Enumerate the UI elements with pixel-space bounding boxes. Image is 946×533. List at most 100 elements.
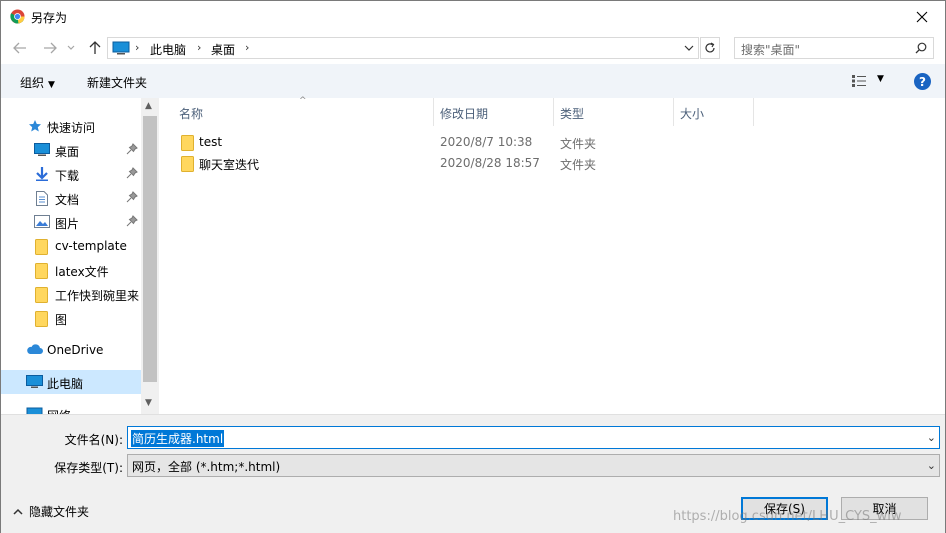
file-list: 名称 ^ 修改日期 类型 大小 test 2020/8/7 10:38 文件夹 … xyxy=(159,96,945,414)
navigation-pane: 快速访问 桌面 下载 文档 图片 cv-template latex文件 工作快… xyxy=(1,98,159,414)
chevron-up-icon xyxy=(13,508,23,515)
search-placeholder: 搜索"桌面" xyxy=(741,43,801,57)
back-button[interactable] xyxy=(10,38,30,58)
save-form: 文件名(N): 简历生成器.html ⌄ 保存类型(T): 网页，全部 (*.h… xyxy=(1,414,945,533)
nav-item-label: latex文件 xyxy=(55,265,109,279)
pictures-icon xyxy=(34,215,50,228)
nav-item-label: 图 xyxy=(55,313,68,327)
view-options-icon[interactable] xyxy=(851,74,867,88)
nav-quick-access[interactable]: 快速访问 xyxy=(1,114,141,138)
hide-folders-toggle[interactable]: 隐藏文件夹 xyxy=(13,503,89,520)
breadcrumb-this-pc[interactable]: 此电脑 xyxy=(150,41,186,58)
close-icon xyxy=(916,11,928,22)
column-header-type[interactable]: 类型 xyxy=(560,98,672,126)
pin-icon[interactable] xyxy=(126,143,138,155)
file-row[interactable]: 聊天室迭代 2020/8/28 18:57 文件夹 xyxy=(177,153,937,174)
nav-item-work[interactable]: 工作快到碗里来 xyxy=(1,282,141,306)
pin-icon[interactable] xyxy=(126,191,138,203)
column-size-label: 大小 xyxy=(680,107,705,121)
breadcrumb-desktop[interactable]: 桌面 xyxy=(211,41,235,58)
column-type-label: 类型 xyxy=(560,107,585,121)
column-header-name[interactable]: 名称 ^ xyxy=(179,96,434,126)
file-row[interactable]: test 2020/8/7 10:38 文件夹 xyxy=(177,132,937,153)
nav-item-downloads[interactable]: 下载 xyxy=(1,162,141,186)
recent-locations-button[interactable] xyxy=(64,38,78,58)
command-bar: 组织 ▼ 新建文件夹 ▼ ? xyxy=(1,64,945,98)
nav-item-label: 文档 xyxy=(55,193,80,207)
nav-item-documents[interactable]: 文档 xyxy=(1,186,141,210)
forward-button[interactable] xyxy=(40,38,60,58)
save-type-label: 保存类型(T): xyxy=(54,461,123,475)
column-divider[interactable] xyxy=(753,98,754,126)
download-icon xyxy=(36,167,48,181)
network-icon xyxy=(26,407,43,414)
breadcrumb-separator: › xyxy=(197,41,202,54)
organize-label: 组织 xyxy=(20,76,45,90)
pin-icon[interactable] xyxy=(126,215,138,227)
star-icon xyxy=(29,120,41,132)
scroll-down-icon[interactable]: ▼ xyxy=(145,398,152,408)
document-icon xyxy=(36,191,48,206)
organize-button[interactable]: 组织 ▼ xyxy=(20,74,55,91)
watermark-text: https://blog.csdn.net/LHU_CYS_wlw xyxy=(673,509,902,524)
column-divider[interactable] xyxy=(673,98,674,126)
column-divider[interactable] xyxy=(433,98,434,126)
help-button[interactable]: ? xyxy=(914,73,931,90)
nav-item-label: 下载 xyxy=(55,169,80,183)
new-folder-label: 新建文件夹 xyxy=(87,76,148,90)
file-name: 聊天室迭代 xyxy=(199,158,260,172)
chevron-down-icon[interactable]: ⌄ xyxy=(927,431,936,444)
arrow-right-icon xyxy=(44,42,57,54)
folder-icon xyxy=(35,311,48,327)
nav-item-label: cv-template xyxy=(55,239,127,253)
nav-item-pictures[interactable]: 图片 xyxy=(1,210,141,234)
file-date: 2020/8/28 18:57 xyxy=(440,156,540,170)
save-type-select[interactable]: 网页，全部 (*.htm;*.html) ⌄ xyxy=(127,454,940,477)
filename-label: 文件名(N): xyxy=(64,433,123,447)
nav-item-pictures-folder[interactable]: 图 xyxy=(1,306,141,330)
file-type: 文件夹 xyxy=(560,137,597,151)
column-header-size[interactable]: 大小 xyxy=(680,98,750,126)
nav-quick-access-label: 快速访问 xyxy=(47,121,96,135)
nav-item-latex[interactable]: latex文件 xyxy=(1,258,141,282)
nav-network[interactable]: 网络 xyxy=(1,402,141,414)
new-folder-button[interactable]: 新建文件夹 xyxy=(87,74,147,91)
column-date-label: 修改日期 xyxy=(440,107,489,121)
filename-field[interactable]: 简历生成器.html ⌄ xyxy=(127,426,940,449)
filename-value: 简历生成器.html xyxy=(131,430,225,447)
column-divider[interactable] xyxy=(553,98,554,126)
chrome-icon xyxy=(10,9,25,24)
this-pc-icon xyxy=(112,41,130,55)
arrow-left-icon xyxy=(13,42,26,54)
help-icon: ? xyxy=(919,74,926,89)
up-button[interactable] xyxy=(85,38,105,58)
column-header-date[interactable]: 修改日期 xyxy=(440,98,552,126)
search-icon xyxy=(915,42,927,54)
nav-scrollbar[interactable]: ▲ ▼ xyxy=(141,98,159,414)
this-pc-icon xyxy=(26,375,43,388)
nav-item-label: 桌面 xyxy=(55,145,80,159)
address-row: › 此电脑 › 桌面 › 搜索"桌面" xyxy=(1,32,945,64)
nav-item-desktop[interactable]: 桌面 xyxy=(1,138,141,162)
nav-item-label: 图片 xyxy=(55,217,80,231)
scroll-thumb[interactable] xyxy=(143,116,157,382)
nav-onedrive[interactable]: OneDrive xyxy=(1,338,141,362)
nav-item-cv-template[interactable]: cv-template xyxy=(1,234,141,258)
folder-icon xyxy=(181,135,194,151)
dialog-title: 另存为 xyxy=(31,11,68,25)
file-date: 2020/8/7 10:38 xyxy=(440,135,533,149)
pin-icon[interactable] xyxy=(126,167,138,179)
nav-this-pc[interactable]: 此电脑 xyxy=(1,370,141,394)
view-caret-icon[interactable]: ▼ xyxy=(877,74,884,84)
arrow-up-icon xyxy=(89,41,101,54)
file-name: test xyxy=(199,135,223,149)
refresh-button[interactable] xyxy=(700,37,720,59)
file-type: 文件夹 xyxy=(560,158,597,172)
address-bar[interactable]: › 此电脑 › 桌面 › xyxy=(107,37,699,59)
folder-icon xyxy=(35,239,48,255)
address-dropdown-icon[interactable] xyxy=(682,41,696,55)
nav-this-pc-label: 此电脑 xyxy=(47,377,84,391)
close-button[interactable] xyxy=(899,1,945,32)
search-box[interactable]: 搜索"桌面" xyxy=(734,37,934,59)
scroll-up-icon[interactable]: ▲ xyxy=(145,101,152,111)
